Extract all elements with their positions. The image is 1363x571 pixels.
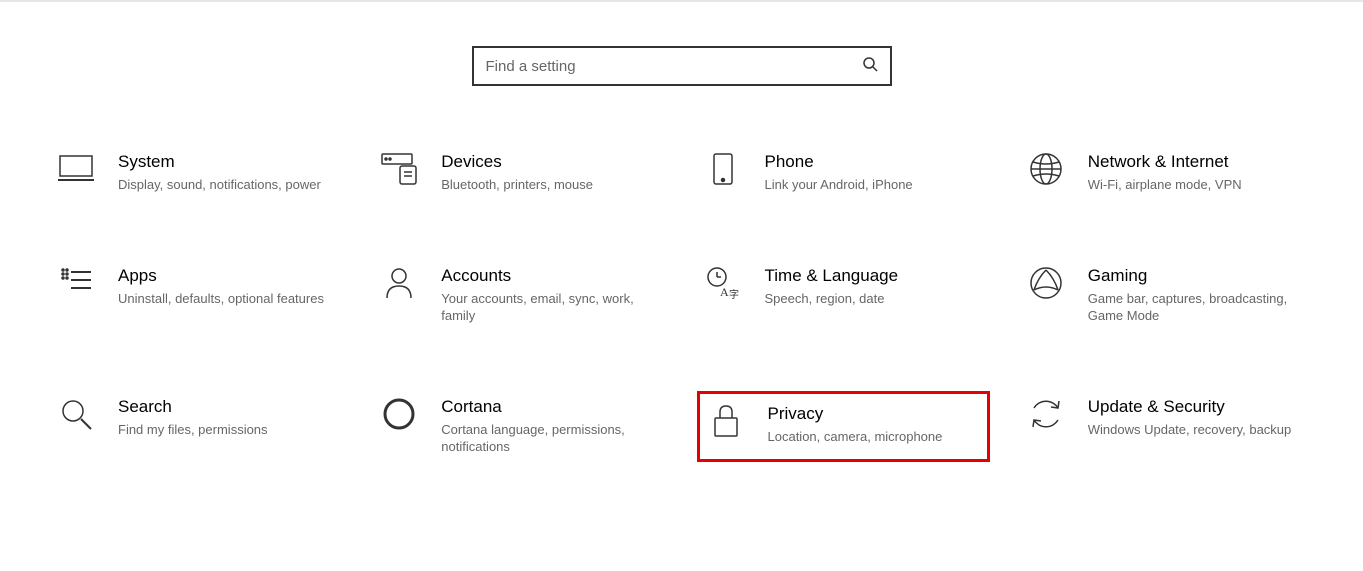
tile-devices[interactable]: Devices Bluetooth, printers, mouse	[373, 146, 666, 200]
tile-network[interactable]: Network & Internet Wi-Fi, airplane mode,…	[1020, 146, 1313, 200]
tile-title: System	[118, 152, 337, 172]
tile-desc: Link your Android, iPhone	[765, 176, 984, 194]
tile-desc: Location, camera, microphone	[768, 428, 981, 446]
tile-privacy[interactable]: Privacy Location, camera, microphone	[697, 391, 990, 462]
cortana-icon	[379, 397, 419, 437]
search-input[interactable]	[486, 58, 862, 75]
tile-cortana[interactable]: Cortana Cortana language, permissions, n…	[373, 391, 666, 462]
gaming-icon	[1026, 266, 1066, 306]
tile-title: Network & Internet	[1088, 152, 1307, 172]
tile-title: Time & Language	[765, 266, 984, 286]
tile-desc: Bluetooth, printers, mouse	[441, 176, 660, 194]
settings-grid: System Display, sound, notifications, po…	[0, 146, 1363, 462]
tile-title: Update & Security	[1088, 397, 1307, 417]
tile-desc: Wi-Fi, airplane mode, VPN	[1088, 176, 1307, 194]
tile-title: Apps	[118, 266, 337, 286]
tile-gaming[interactable]: Gaming Game bar, captures, broadcasting,…	[1020, 260, 1313, 331]
tile-title: Devices	[441, 152, 660, 172]
tile-desc: Display, sound, notifications, power	[118, 176, 337, 194]
search-box[interactable]	[472, 46, 892, 86]
tile-desc: Your accounts, email, sync, work, family	[441, 290, 660, 325]
tile-desc: Find my files, permissions	[118, 421, 337, 439]
time-icon: A字	[703, 266, 743, 306]
search-icon	[862, 56, 878, 77]
accounts-icon	[379, 266, 419, 306]
network-icon	[1026, 152, 1066, 192]
search-container	[0, 46, 1363, 86]
tile-title: Accounts	[441, 266, 660, 286]
tile-apps[interactable]: Apps Uninstall, defaults, optional featu…	[50, 260, 343, 331]
tile-system[interactable]: System Display, sound, notifications, po…	[50, 146, 343, 200]
tile-search[interactable]: Search Find my files, permissions	[50, 391, 343, 462]
tile-title: Cortana	[441, 397, 660, 417]
svg-text:A: A	[720, 285, 729, 299]
apps-icon	[56, 266, 96, 306]
tile-desc: Uninstall, defaults, optional features	[118, 290, 337, 308]
tile-desc: Game bar, captures, broadcasting, Game M…	[1088, 290, 1307, 325]
tile-accounts[interactable]: Accounts Your accounts, email, sync, wor…	[373, 260, 666, 331]
system-icon	[56, 152, 96, 192]
tile-title: Gaming	[1088, 266, 1307, 286]
phone-icon	[703, 152, 743, 192]
tile-desc: Cortana language, permissions, notificat…	[441, 421, 660, 456]
privacy-icon	[706, 404, 746, 444]
tile-time[interactable]: A字 Time & Language Speech, region, date	[697, 260, 990, 331]
tile-title: Phone	[765, 152, 984, 172]
tile-title: Privacy	[768, 404, 981, 424]
tile-phone[interactable]: Phone Link your Android, iPhone	[697, 146, 990, 200]
search-category-icon	[56, 397, 96, 437]
devices-icon	[379, 152, 419, 192]
tile-desc: Windows Update, recovery, backup	[1088, 421, 1307, 439]
tile-title: Search	[118, 397, 337, 417]
svg-text:字: 字	[729, 288, 739, 300]
tile-update[interactable]: Update & Security Windows Update, recove…	[1020, 391, 1313, 462]
update-icon	[1026, 397, 1066, 437]
window-top-border	[0, 0, 1363, 2]
tile-desc: Speech, region, date	[765, 290, 984, 308]
